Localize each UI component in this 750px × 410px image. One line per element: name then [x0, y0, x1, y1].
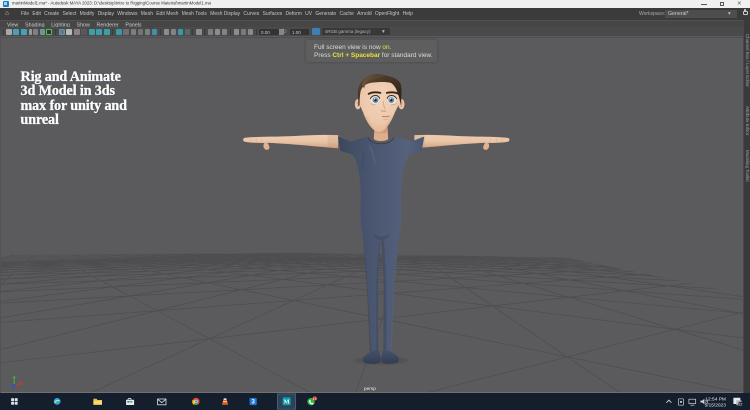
svg-text:12: 12 — [738, 402, 742, 406]
svg-text:12:54 PM: 12:54 PM — [705, 396, 725, 402]
svg-text:M: M — [284, 398, 290, 405]
svg-text:5/15/2023: 5/15/2023 — [705, 402, 727, 408]
svg-text:19: 19 — [313, 397, 317, 401]
